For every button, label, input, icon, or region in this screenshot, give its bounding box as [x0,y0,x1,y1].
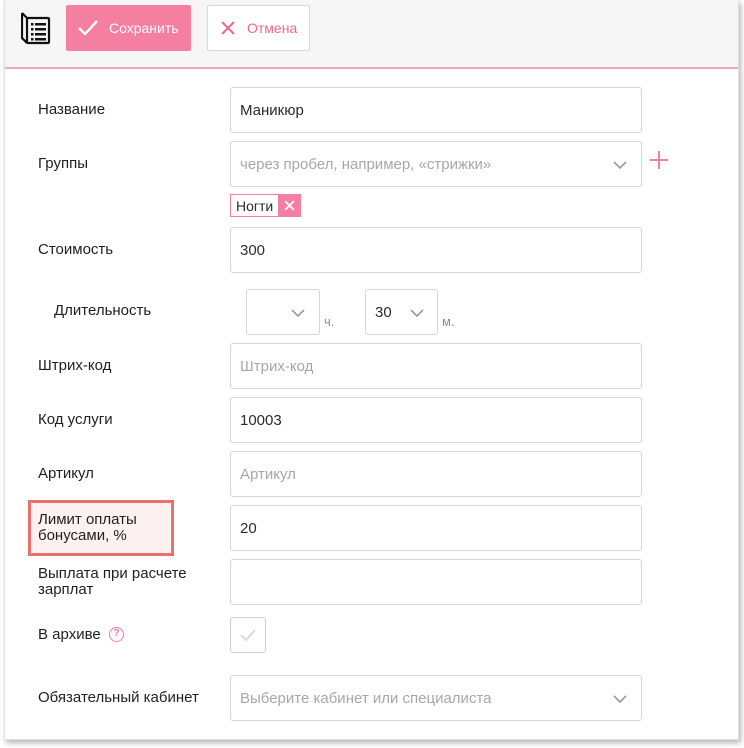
price-value: 300 [240,241,266,259]
add-group-plus-icon[interactable] [649,150,669,170]
archive-checkbox[interactable] [230,617,266,653]
chevron-down-icon [613,695,627,704]
close-icon [221,21,235,35]
salary-payout-label-line1: Выплата при расчете [38,565,187,582]
article-placeholder: Артикул [240,465,296,483]
price-label: Стоимость [38,241,114,258]
chevron-down-icon [291,309,305,318]
barcode-label: Штрих-код [38,357,112,374]
name-label: Название [38,101,106,118]
checkmark-icon [240,629,256,642]
barcode-input[interactable]: Штрих-код [230,343,642,389]
group-tag: Ногти [230,194,302,217]
groups-label: Группы [38,155,88,172]
service-form-window: Сохранить Отмена Название Маникюр Группы… [4,0,739,740]
duration-minutes-select[interactable]: 30 [365,289,438,335]
save-button[interactable]: Сохранить [66,5,191,51]
remove-tag-close-icon[interactable] [278,195,301,216]
bonus-limit-value: 20 [240,519,257,537]
name-input[interactable]: Маникюр [230,87,642,133]
question-circle-icon[interactable]: ? [108,626,124,642]
check-icon [78,20,98,36]
document-list-icon [21,12,51,45]
cancel-button-label: Отмена [247,20,298,36]
save-button-label: Сохранить [109,20,179,36]
group-tag-label: Ногти [236,197,274,214]
required-room-label: Обязательный кабинет [38,689,199,706]
salary-payout-input[interactable] [230,559,642,605]
service-code-label: Код услуги [38,411,113,428]
duration-hours-select[interactable] [246,289,320,335]
barcode-placeholder: Штрих-код [240,357,314,375]
chevron-down-icon [613,161,627,170]
price-input[interactable]: 300 [230,227,642,273]
salary-payout-label-line2: зарплат [38,581,94,598]
service-code-value: 10003 [240,411,282,429]
required-room-placeholder: Выберите кабинет или специалиста [240,689,492,707]
duration-label: Длительность [54,302,152,319]
groups-select[interactable]: через пробел, например, «стрижки» [230,141,642,187]
bonus-limit-label-line2: бонусами, % [38,527,127,544]
archive-label: В архиве [38,626,101,643]
archive-label-row: В архиве ? [38,627,124,643]
required-room-select[interactable]: Выберите кабинет или специалиста [230,675,642,721]
bonus-limit-label-line1: Лимит оплаты [38,511,137,528]
cancel-button[interactable]: Отмена [207,5,310,51]
toolbar: Сохранить Отмена [5,0,738,69]
article-label: Артикул [38,465,94,482]
bonus-limit-input[interactable]: 20 [230,505,642,551]
chevron-down-icon [410,309,424,318]
minutes-unit: м. [442,314,455,329]
hours-unit: ч. [324,314,335,329]
duration-minutes-value: 30 [375,303,392,321]
service-code-input[interactable]: 10003 [230,397,642,443]
groups-placeholder: через пробел, например, «стрижки» [240,155,492,173]
article-input[interactable]: Артикул [230,451,642,497]
name-value: Маникюр [240,101,304,119]
